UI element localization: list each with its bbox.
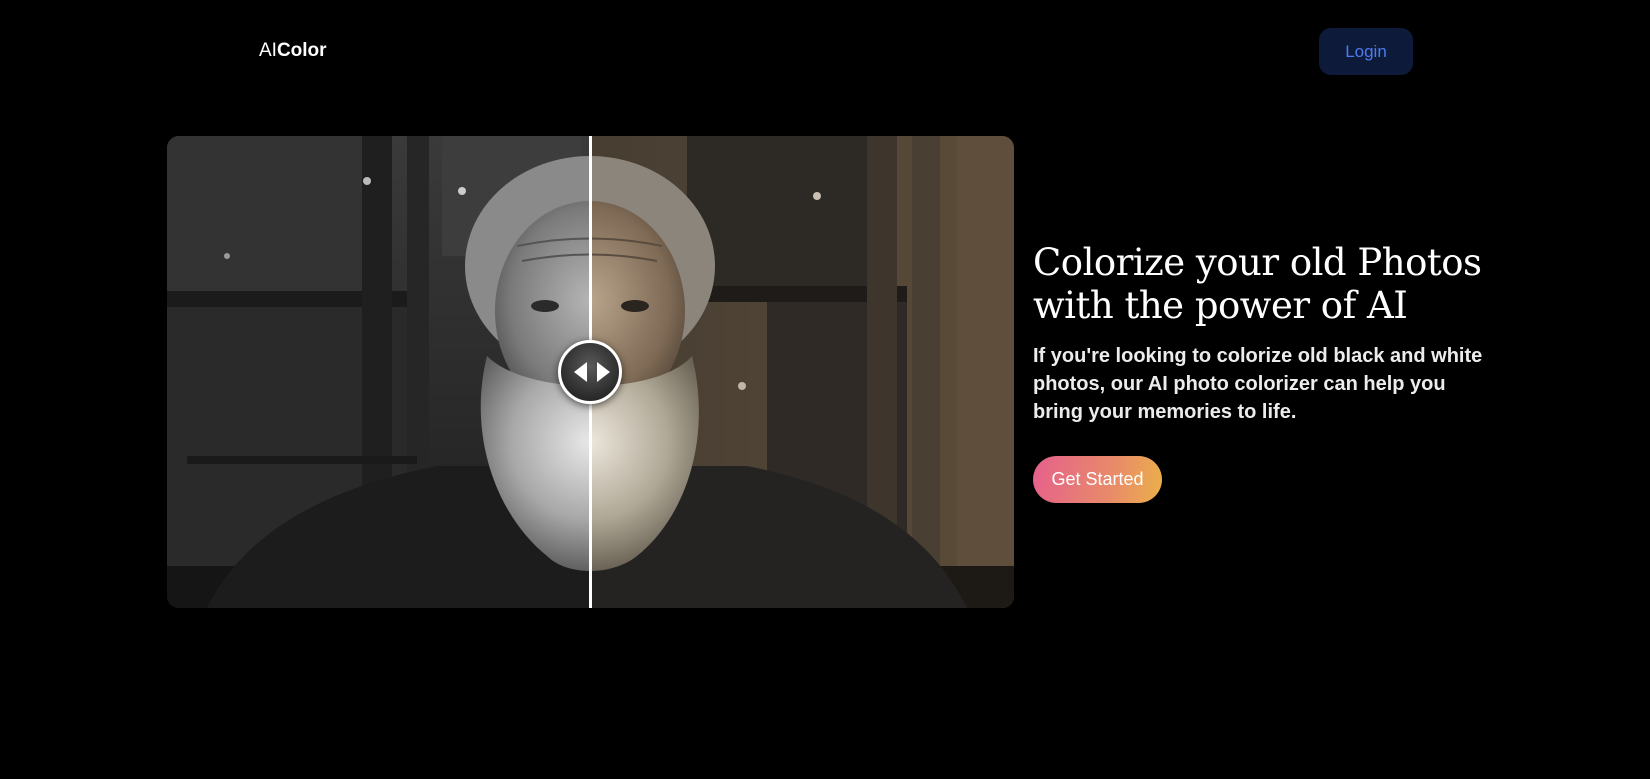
hero-title: Colorize your old Photos with the power … — [1033, 241, 1482, 327]
logo-prefix: AI — [259, 40, 277, 61]
logo[interactable]: AIColor — [259, 39, 327, 63]
hero-subtitle: If you're looking to colorize old black … — [1033, 345, 1483, 423]
login-button[interactable]: Login — [1319, 28, 1413, 75]
logo-name: Color — [276, 40, 327, 61]
arrow-left-icon — [574, 362, 587, 382]
get-started-button[interactable]: Get Started — [1033, 456, 1162, 503]
compare-slider-handle[interactable] — [558, 340, 622, 404]
page: AIColor Login Colorize your old Photos w… — [0, 0, 1650, 779]
arrow-right-icon — [597, 362, 610, 382]
before-after-compare[interactable] — [167, 136, 1014, 608]
